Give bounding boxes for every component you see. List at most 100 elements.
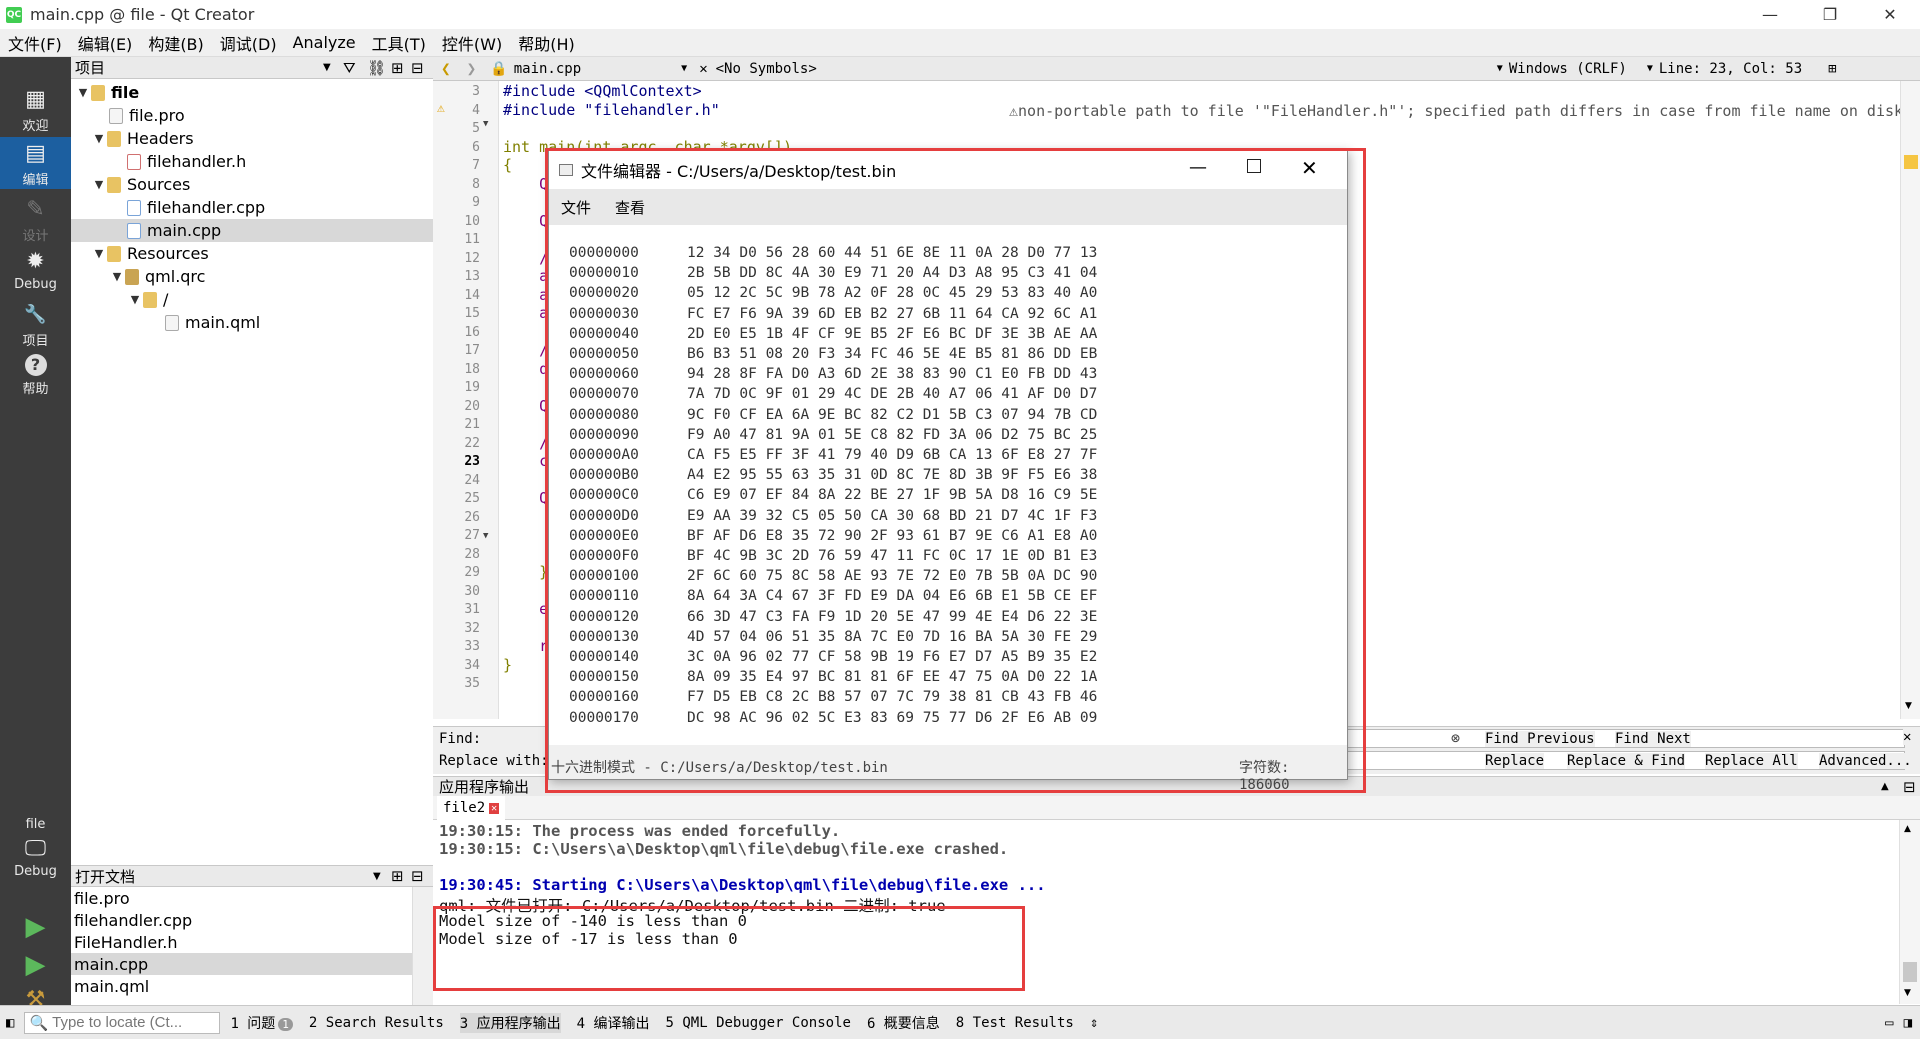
scroll-up-icon[interactable]: ▲ [1904, 824, 1911, 834]
mode-debug[interactable]: ✹ Debug [0, 249, 71, 301]
dialog-minimize-button[interactable]: — [1189, 157, 1207, 178]
menu-file[interactable]: 文件(F) [0, 31, 70, 55]
mode-design[interactable]: ✎ 设计 [0, 197, 71, 249]
close-tab-icon[interactable]: ✕ [489, 802, 500, 814]
open-doc-item[interactable]: main.cpp [71, 953, 412, 975]
symbols-dropdown[interactable]: <No Symbols> [716, 61, 817, 77]
dialog-menu-view[interactable]: 查看 [615, 197, 645, 218]
tree-item-project[interactable]: ▼ file [75, 81, 139, 104]
menu-help[interactable]: 帮助(H) [510, 31, 583, 55]
find-next-button[interactable]: Find Next [1615, 731, 1691, 747]
tree-item-resources[interactable]: ▼ Resources [91, 242, 209, 265]
sidebar-toggle-icon[interactable]: ◧ [6, 1015, 14, 1031]
tree-item-root[interactable]: ▼ / [127, 288, 169, 311]
debug-run-button[interactable]: ▶ [0, 950, 71, 986]
replace-find-button[interactable]: Replace & Find [1567, 753, 1686, 769]
split-icon[interactable]: ⊞ [391, 59, 404, 77]
dialog-maximize-button[interactable] [1247, 159, 1261, 173]
close-panel-icon[interactable]: ⊟ [411, 59, 424, 77]
menu-tools[interactable]: 工具(T) [364, 31, 434, 55]
status-tab-summary[interactable]: 6 概要信息 [867, 1013, 940, 1033]
scroll-down-icon[interactable]: ▼ [1905, 701, 1912, 711]
close-file-icon[interactable]: ✕ [699, 61, 707, 77]
find-previous-button[interactable]: Find Previous [1485, 731, 1595, 747]
replace-all-button[interactable]: Replace All [1705, 753, 1798, 769]
cursor-position[interactable]: Line: 23, Col: 53 [1659, 61, 1802, 77]
link-icon[interactable]: ⛓ [367, 59, 386, 77]
tree-item-qml-qrc[interactable]: ▼ qml.qrc [109, 265, 206, 288]
mode-projects[interactable]: 🔧 项目 [0, 302, 71, 354]
chevron-down-icon[interactable]: ▼ [373, 871, 381, 882]
chevron-down-icon[interactable]: ▼ [91, 178, 107, 191]
status-tab-compile-output[interactable]: 4 编译输出 [577, 1013, 650, 1033]
menu-build[interactable]: 构建(B) [140, 31, 211, 55]
dialog-close-button[interactable]: ✕ [1301, 156, 1318, 180]
locate-input[interactable]: 🔍 Type to locate (Ct... [24, 1011, 221, 1034]
tree-item-main-qml[interactable]: main.qml [165, 311, 260, 334]
split-icon[interactable]: ⊞ [1828, 61, 1836, 77]
advanced-button[interactable]: Advanced... [1819, 753, 1912, 769]
chevron-down-icon[interactable]: ▼ [75, 86, 91, 99]
chevron-down-icon[interactable]: ▼ [1647, 63, 1653, 74]
more-tabs-icon[interactable]: ⇕ [1090, 1015, 1098, 1031]
output-toggle-icon[interactable]: ◨ [1904, 1015, 1912, 1031]
chevron-down-icon[interactable]: ▼ [91, 132, 107, 145]
menu-debug[interactable]: 调试(D) [212, 31, 285, 55]
tree-item-filehandler-cpp[interactable]: filehandler.cpp [127, 196, 265, 219]
tree-item-main-cpp[interactable]: main.cpp [71, 219, 433, 242]
clear-search-icon[interactable]: ⊗ [1451, 729, 1460, 747]
status-tab-qml-console[interactable]: 5 QML Debugger Console [666, 1015, 851, 1031]
line-ending-selector[interactable]: Windows (CRLF) [1509, 61, 1627, 77]
chevron-down-icon[interactable]: ▼ [109, 270, 125, 283]
fold-arrow-icon[interactable]: ▼ [483, 531, 488, 541]
run-button[interactable]: ▶ [0, 912, 71, 948]
menu-edit[interactable]: 编辑(E) [70, 31, 141, 55]
application-output[interactable]: 19:30:15: The process was ended forceful… [433, 820, 1899, 1004]
chevron-down-icon[interactable]: ▼ [91, 247, 107, 260]
tree-item-sources[interactable]: ▼ Sources [91, 173, 191, 196]
hex-view[interactable]: 00000000 12 34 D0 56 28 60 44 51 6E 8E 11… [549, 225, 1347, 745]
output-scrollbar[interactable]: ▲ ▼ [1899, 820, 1920, 1004]
status-tab-test-results[interactable]: 8 Test Results [956, 1015, 1074, 1031]
output-tab-file2[interactable]: file2 ✕ [437, 796, 506, 820]
back-arrow-icon[interactable]: ❮ [441, 59, 451, 78]
editor-scrollbar[interactable]: ▼ [1900, 81, 1920, 719]
open-doc-item[interactable]: file.pro [71, 887, 412, 909]
split-icon[interactable]: ⊞ [391, 867, 404, 885]
open-docs-scrollbar[interactable] [412, 887, 433, 1005]
fold-arrow-icon[interactable]: ▼ [483, 119, 488, 129]
mode-edit[interactable]: ▤ 编辑 [0, 137, 71, 189]
file-tab[interactable]: main.cpp [514, 61, 581, 77]
dialog-menu-file[interactable]: 文件 [561, 197, 591, 218]
open-doc-item[interactable]: main.qml [71, 975, 412, 997]
replace-button[interactable]: Replace [1485, 753, 1545, 769]
close-panel-icon[interactable]: ⊟ [1903, 778, 1916, 796]
chevron-up-icon[interactable]: ▲ [1881, 781, 1889, 792]
chevron-down-icon[interactable]: ▼ [127, 293, 143, 306]
scroll-down-icon[interactable]: ▼ [1904, 988, 1911, 998]
close-panel-icon[interactable]: ⊟ [411, 867, 424, 885]
menu-window[interactable]: 控件(W) [434, 31, 510, 55]
tree-item-file-pro[interactable]: file.pro [109, 104, 185, 127]
chevron-down-icon[interactable]: ▼ [681, 63, 687, 74]
mode-welcome[interactable]: ▦ 欢迎 [0, 85, 71, 137]
maximize-button[interactable]: ❐ [1800, 0, 1860, 29]
scroll-thumb[interactable] [1903, 962, 1917, 982]
close-button[interactable]: ✕ [1860, 0, 1920, 29]
status-tab-issues[interactable]: 1 问题 1 [230, 1013, 293, 1033]
mode-help[interactable]: ? 帮助 [0, 354, 71, 406]
progress-toggle-icon[interactable]: ▭ [1885, 1015, 1893, 1031]
chevron-down-icon[interactable]: ▼ [323, 62, 331, 73]
chevron-down-icon[interactable]: ▼ [1497, 63, 1503, 74]
open-doc-item[interactable]: filehandler.cpp [71, 909, 412, 931]
status-tab-search-results[interactable]: 2 Search Results [309, 1015, 444, 1031]
open-doc-item[interactable]: FileHandler.h [71, 931, 412, 953]
tree-item-headers[interactable]: ▼ Headers [91, 127, 194, 150]
tree-item-filehandler-h[interactable]: filehandler.h [127, 150, 246, 173]
kit-selector[interactable]: file 🖵 Debug [0, 817, 71, 897]
close-find-icon[interactable]: ✕ [1903, 729, 1912, 745]
forward-arrow-icon[interactable]: ❯ [467, 59, 477, 78]
filter-icon[interactable]: ⛛ [343, 59, 356, 77]
menu-analyze[interactable]: Analyze [285, 33, 364, 52]
minimize-button[interactable]: — [1740, 0, 1800, 29]
